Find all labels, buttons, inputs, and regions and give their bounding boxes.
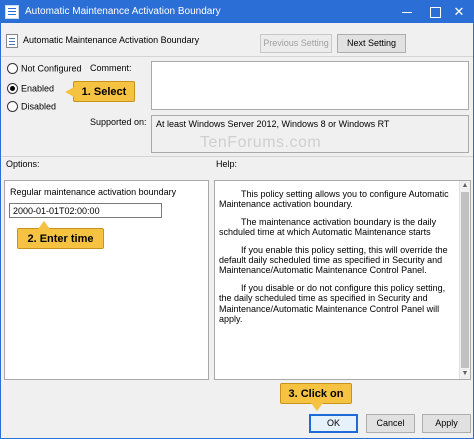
header-divider (1, 56, 473, 57)
radio-circle[interactable] (7, 101, 18, 113)
comment-label: Comment: (90, 63, 132, 73)
apply-button[interactable]: Apply (422, 414, 471, 433)
callout-click-on: 3. Click on (280, 383, 352, 411)
cancel-button[interactable]: Cancel (366, 414, 415, 433)
window-title: Automatic Maintenance Activation Boundar… (25, 6, 221, 17)
help-label: Help: (216, 159, 238, 169)
policy-dialog-window: Automatic Maintenance Activation Boundar… (0, 0, 474, 439)
options-pane: Regular maintenance activation boundary … (4, 180, 209, 380)
help-paragraph: The maintenance activation boundary is t… (219, 216, 437, 238)
help-scrollbar[interactable]: ▲ ▼ (459, 181, 470, 379)
help-paragraph: If you enable this policy setting, this … (219, 244, 448, 276)
minimize-button[interactable] (393, 1, 421, 23)
section-divider (1, 156, 473, 157)
scroll-down-arrow-icon[interactable]: ▼ (460, 369, 470, 379)
comment-textarea[interactable] (151, 61, 469, 110)
radio-label: Not Configured (21, 63, 82, 74)
policy-app-icon (5, 5, 19, 19)
watermark: TenForums.com (200, 134, 322, 151)
close-button[interactable]: ✕ (445, 1, 473, 23)
help-text: This policy setting allows you to config… (219, 189, 455, 331)
radio-not-configured[interactable]: Not Configured (7, 63, 82, 75)
radio-circle-checked[interactable] (7, 83, 18, 95)
help-paragraph: If you disable or do not configure this … (219, 282, 446, 325)
scroll-thumb[interactable] (461, 192, 469, 368)
callout-select: 1. Select (65, 81, 135, 102)
activation-boundary-input[interactable]: 2000-01-01T02:00:00 (9, 203, 162, 218)
radio-enabled[interactable]: Enabled (7, 83, 55, 95)
ok-button[interactable]: OK (309, 414, 358, 433)
radio-label: Disabled (21, 101, 57, 112)
previous-setting-button[interactable]: Previous Setting (260, 34, 332, 53)
title-bar[interactable]: Automatic Maintenance Activation Boundar… (1, 1, 473, 23)
supported-on-label: Supported on: (90, 117, 147, 127)
policy-setting-icon (6, 34, 18, 48)
callout-enter-time: 2. Enter time (17, 221, 104, 249)
radio-disabled[interactable]: Disabled (7, 101, 57, 113)
activation-boundary-label: Regular maintenance activation boundary (10, 187, 177, 197)
scroll-up-arrow-icon[interactable]: ▲ (460, 181, 470, 191)
radio-circle[interactable] (7, 63, 18, 75)
radio-label: Enabled (21, 83, 55, 94)
setting-title: Automatic Maintenance Activation Boundar… (23, 35, 200, 45)
next-setting-button[interactable]: Next Setting (337, 34, 406, 53)
options-label: Options: (6, 159, 40, 169)
help-paragraph: This policy setting allows you to config… (219, 189, 449, 210)
help-pane: This policy setting allows you to config… (214, 180, 471, 380)
